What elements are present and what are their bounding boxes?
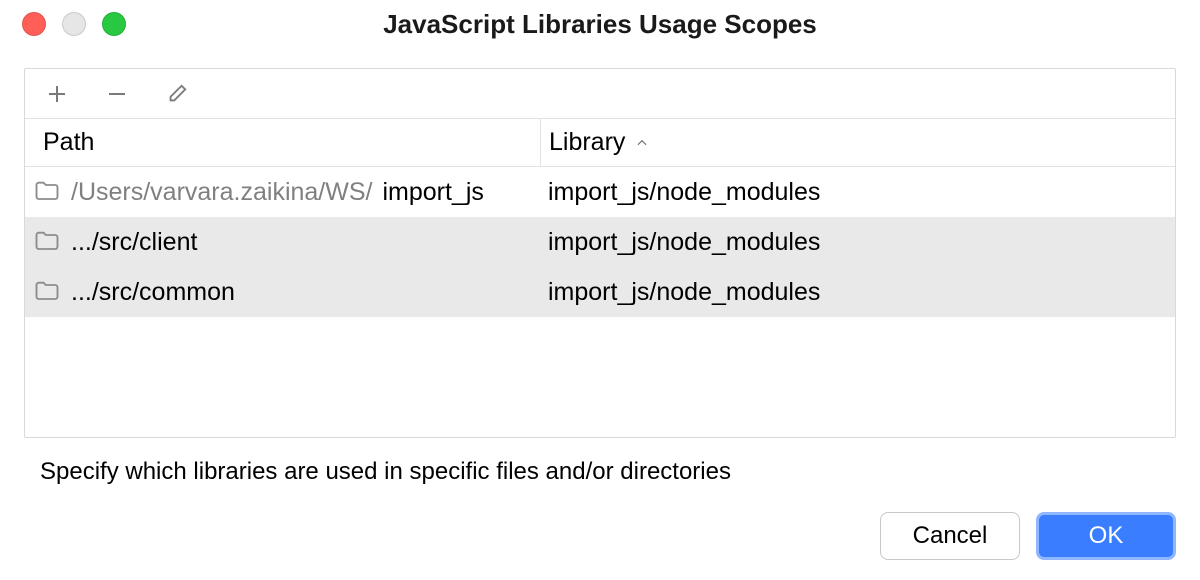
folder-icon <box>33 228 61 256</box>
scopes-table: Path Library /Users/varvara.zaikina/WS/i… <box>24 68 1176 438</box>
table-row[interactable]: .../src/common import_js/node_modules <box>25 267 1175 317</box>
traffic-lights <box>0 12 126 36</box>
dialog-buttons: Cancel OK <box>880 512 1176 560</box>
folder-icon <box>33 278 61 306</box>
cell-path: .../src/common <box>25 278 540 307</box>
remove-button[interactable] <box>99 76 135 112</box>
titlebar: JavaScript Libraries Usage Scopes <box>0 0 1200 48</box>
column-header-library-label: Library <box>549 128 625 157</box>
folder-icon <box>33 178 61 206</box>
table-body: /Users/varvara.zaikina/WS/import_jsimpor… <box>25 167 1175 437</box>
window-minimize-button[interactable] <box>62 12 86 36</box>
cell-path: .../src/client <box>25 228 540 257</box>
path-name: .../src/client <box>71 228 197 257</box>
cell-library: import_js/node_modules <box>540 178 1175 207</box>
column-header-path[interactable]: Path <box>25 128 540 157</box>
ok-button[interactable]: OK <box>1036 512 1176 560</box>
table-toolbar <box>25 69 1175 119</box>
table-headers: Path Library <box>25 119 1175 167</box>
path-name: import_js <box>382 178 483 207</box>
cell-library: import_js/node_modules <box>540 228 1175 257</box>
add-button[interactable] <box>39 76 75 112</box>
hint-text: Specify which libraries are used in spec… <box>0 438 1200 486</box>
table-row[interactable]: /Users/varvara.zaikina/WS/import_jsimpor… <box>25 167 1175 217</box>
table-row[interactable]: .../src/client import_js/node_modules <box>25 217 1175 267</box>
window-title: JavaScript Libraries Usage Scopes <box>0 9 1200 40</box>
window-maximize-button[interactable] <box>102 12 126 36</box>
column-header-library[interactable]: Library <box>540 119 1175 166</box>
path-name: .../src/common <box>71 278 235 307</box>
cell-library: import_js/node_modules <box>540 278 1175 307</box>
edit-button[interactable] <box>159 76 195 112</box>
cancel-button[interactable]: Cancel <box>880 512 1020 560</box>
sort-ascending-icon <box>635 136 649 150</box>
path-prefix: /Users/varvara.zaikina/WS/ <box>71 178 372 207</box>
window-close-button[interactable] <box>22 12 46 36</box>
cell-path: /Users/varvara.zaikina/WS/import_js <box>25 178 540 207</box>
